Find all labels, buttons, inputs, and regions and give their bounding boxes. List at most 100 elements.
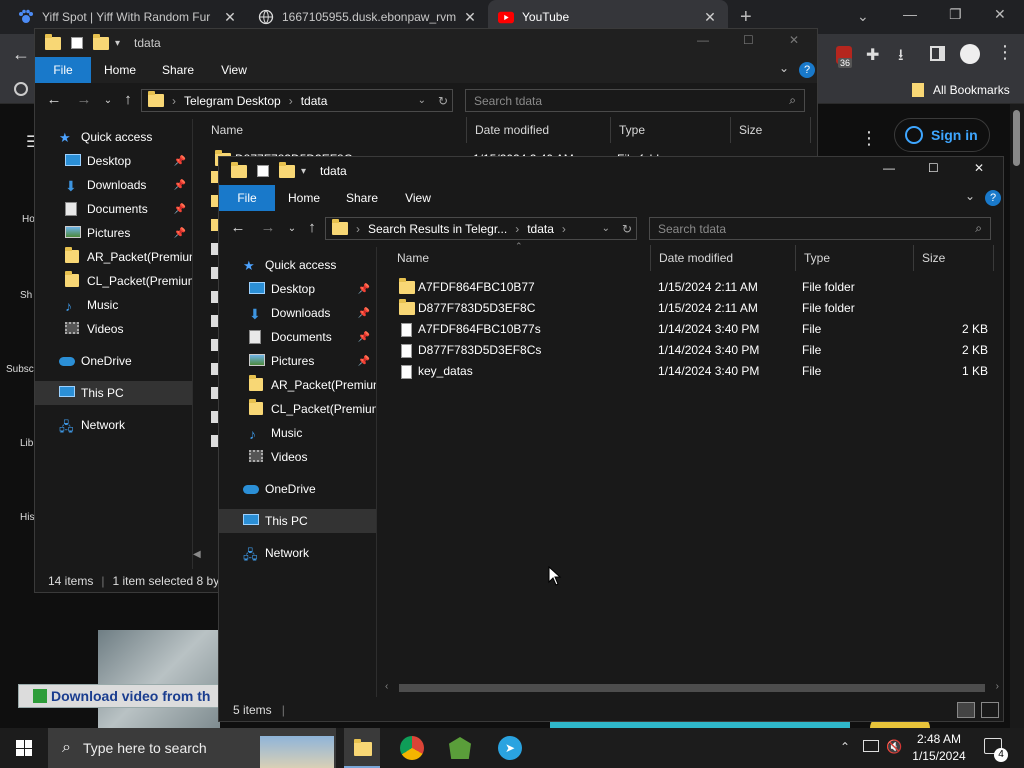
nav-item-documents[interactable]: Documents 📌 xyxy=(35,197,192,221)
nav-item-music[interactable]: ♪ Music xyxy=(219,421,376,445)
nav-item-music[interactable]: ♪ Music xyxy=(35,293,192,317)
ribbon-tab-share[interactable]: Share xyxy=(337,185,387,211)
taskbar-telegram-icon[interactable]: ➤ xyxy=(498,736,522,760)
windows-start-icon[interactable] xyxy=(16,740,32,756)
refresh-icon[interactable]: ↻ xyxy=(438,94,448,108)
nav-item-network[interactable]: 🖧 Network xyxy=(35,413,192,437)
ribbon-tab-share[interactable]: Share xyxy=(153,57,203,83)
ribbon-tab-file[interactable]: File xyxy=(35,57,91,83)
tab-search-icon[interactable]: ⌄ xyxy=(857,8,869,25)
column-header-type[interactable]: Type xyxy=(796,245,914,271)
minimize-button[interactable]: — xyxy=(883,161,895,175)
volume-muted-icon[interactable]: 🔇 xyxy=(886,739,902,755)
nav-item-downloads[interactable]: ⬇ Downloads 📌 xyxy=(35,173,192,197)
nav-item-pictures[interactable]: Pictures 📌 xyxy=(219,349,376,373)
details-view-icon[interactable] xyxy=(957,702,975,718)
file-row[interactable]: D877F783D5D3EF8C 1/15/2024 2:11 AM File fo… xyxy=(399,298,999,319)
nav-item-quick-access[interactable]: ★ Quick access xyxy=(35,125,192,149)
nav-item-quick-access[interactable]: ★ Quick access xyxy=(219,253,376,277)
qat-dropdown-icon[interactable]: ▾ xyxy=(301,166,306,177)
restore-button[interactable]: ❐ xyxy=(949,6,962,23)
nav-item-desktop[interactable]: Desktop 📌 xyxy=(219,277,376,301)
minimize-button[interactable]: — xyxy=(697,33,709,47)
close-button[interactable]: ✕ xyxy=(974,161,984,175)
nav-item-network[interactable]: 🖧 Network xyxy=(219,541,376,565)
column-header-type[interactable]: Type xyxy=(611,117,731,143)
nav-item-pictures[interactable]: Pictures 📌 xyxy=(35,221,192,245)
nav-item-desktop[interactable]: Desktop 📌 xyxy=(35,149,192,173)
ribbon-tab-home[interactable]: Home xyxy=(95,57,145,83)
ribbon-tab-view[interactable]: View xyxy=(209,57,259,83)
column-header-name[interactable]: Name xyxy=(203,117,467,143)
minimize-button[interactable]: — xyxy=(903,6,917,22)
chrome-logo-icon[interactable] xyxy=(14,82,28,96)
download-icon[interactable]: ⭳ xyxy=(898,44,904,71)
scroll-left-icon[interactable]: ◀ xyxy=(193,549,213,567)
ribbon-tab-home[interactable]: Home xyxy=(279,185,329,211)
breadcrumb-telegram-desktop[interactable]: Telegram Desktop xyxy=(184,94,281,108)
yt-nav-home[interactable]: Ho xyxy=(22,214,35,225)
address-bar[interactable]: › Telegram Desktop › tdata ⌄ ↻ xyxy=(141,89,453,112)
nav-item-ar-packet-premium[interactable]: AR_Packet(Premium xyxy=(219,373,376,397)
video-thumbnail[interactable] xyxy=(98,630,220,728)
nav-item-videos[interactable]: Videos xyxy=(219,445,376,469)
horizontal-scrollbar[interactable]: ‹ › xyxy=(381,681,1001,695)
clock-date[interactable]: 1/15/2024 xyxy=(906,749,972,763)
taskbar-app-icon[interactable] xyxy=(449,737,471,759)
page-scrollbar[interactable] xyxy=(1010,104,1024,728)
close-window-button[interactable]: ✕ xyxy=(994,6,1006,23)
back-arrow-icon[interactable]: ← xyxy=(229,219,247,236)
column-header-size[interactable]: Size xyxy=(914,245,994,271)
nav-item-documents[interactable]: Documents 📌 xyxy=(219,325,376,349)
nav-item-videos[interactable]: Videos xyxy=(35,317,192,341)
address-dropdown-icon[interactable]: ⌄ xyxy=(418,95,426,106)
large-icons-view-icon[interactable] xyxy=(981,702,999,718)
nav-item-onedrive[interactable]: OneDrive xyxy=(35,349,192,373)
yt-nav-library[interactable]: Lib xyxy=(20,438,33,449)
close-tab-icon[interactable]: ✕ xyxy=(702,9,718,26)
nav-item-this-pc[interactable]: This PC xyxy=(219,509,376,533)
side-panel-icon[interactable] xyxy=(930,46,945,61)
all-bookmarks-link[interactable]: All Bookmarks xyxy=(933,83,1010,97)
ribbon-tab-view[interactable]: View xyxy=(393,185,443,211)
file-row[interactable]: A7FDF864FBC10B77s 1/14/2024 3:40 PM File 2 … xyxy=(399,319,999,340)
address-dropdown-icon[interactable]: ⌄ xyxy=(602,223,610,234)
nav-item-ar-packet-premium[interactable]: AR_Packet(Premium xyxy=(35,245,192,269)
refresh-icon[interactable]: ↻ xyxy=(622,222,632,236)
maximize-button[interactable]: ☐ xyxy=(743,33,754,47)
file-row[interactable]: A7FDF864FBC10B77 1/15/2024 2:11 AM File fo… xyxy=(399,277,999,298)
column-header-date[interactable]: Date modified xyxy=(651,245,796,271)
close-button[interactable]: ✕ xyxy=(789,33,799,47)
up-arrow-icon[interactable]: ↑ xyxy=(303,219,321,236)
nav-item-this-pc[interactable]: This PC xyxy=(35,381,192,405)
file-row[interactable]: key_datas 1/14/2024 3:40 PM File 1 KB xyxy=(399,361,999,382)
yt-nav-shorts[interactable]: Sh xyxy=(20,290,32,301)
forward-arrow-icon[interactable]: → xyxy=(259,219,277,236)
taskbar-chrome-icon[interactable] xyxy=(400,736,424,760)
scroll-left-icon[interactable]: ‹ xyxy=(385,681,388,692)
network-tray-icon[interactable] xyxy=(863,740,879,752)
recent-dropdown-icon[interactable]: ⌄ xyxy=(99,95,117,106)
explorer-window-front[interactable]: ▾ tdata — ☐ ✕ File Home Share View ⌄ ? ←… xyxy=(218,156,1004,722)
scrollbar-thumb[interactable] xyxy=(399,684,985,692)
column-header-name[interactable]: Name xyxy=(389,245,651,271)
search-input[interactable]: Search tdata ⌕ xyxy=(649,217,991,240)
sign-in-button[interactable]: Sign in xyxy=(894,118,990,152)
nav-item-onedrive[interactable]: OneDrive xyxy=(219,477,376,501)
properties-icon[interactable] xyxy=(257,165,269,177)
profile-avatar-icon[interactable] xyxy=(960,44,980,64)
new-tab-button[interactable]: + xyxy=(740,6,752,29)
download-video-banner[interactable]: Download video from th xyxy=(18,684,228,708)
file-row[interactable]: D877F783D5D3EF8Cs 1/14/2024 3:40 PM File 2 … xyxy=(399,340,999,361)
up-arrow-icon[interactable]: ↑ xyxy=(119,91,137,108)
breadcrumb-tdata[interactable]: tdata xyxy=(527,222,554,236)
column-header-date[interactable]: Date modified xyxy=(467,117,611,143)
ribbon-expand-icon[interactable]: ⌄ xyxy=(779,61,789,75)
yt-nav-subscriptions[interactable]: Subsc xyxy=(6,364,34,375)
ribbon-expand-icon[interactable]: ⌄ xyxy=(965,189,975,203)
ribbon-tab-file[interactable]: File xyxy=(219,185,275,211)
help-icon[interactable]: ? xyxy=(799,62,815,78)
breadcrumb-search-results[interactable]: Search Results in Telegr... xyxy=(368,222,507,236)
yt-more-icon[interactable]: ⋮ xyxy=(860,128,878,149)
chrome-menu-icon[interactable]: ⋮ xyxy=(996,42,1014,63)
